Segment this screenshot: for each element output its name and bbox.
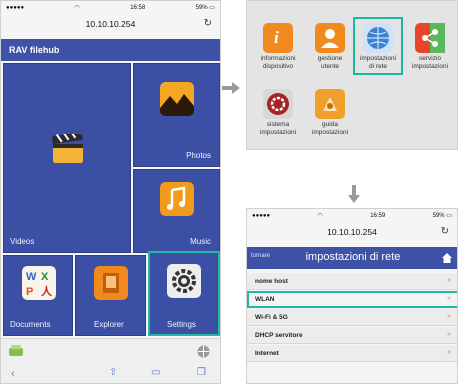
chevron-right-icon: »	[447, 313, 451, 320]
tile-label-settings: Settings	[167, 320, 196, 329]
setting-device-info[interactable]: i informazioni dispositivo	[253, 23, 303, 70]
svg-text:人: 人	[41, 284, 53, 298]
svg-text:P: P	[26, 286, 33, 298]
row-label: nome host	[255, 278, 288, 285]
setting-label: sistema impostazioni	[259, 121, 297, 136]
menu-row-internet[interactable]: Internet »	[247, 345, 457, 362]
setting-guide[interactable]: guida impostazioni	[305, 89, 355, 136]
menu-row-hostname[interactable]: nome host »	[247, 273, 457, 290]
settings-grid: i informazioni dispositivo gestione uten…	[246, 0, 458, 150]
globe-network-icon	[363, 23, 393, 53]
signal-icon: ●●●●●	[252, 212, 271, 219]
reload-icon[interactable]: ↻	[204, 18, 212, 29]
setting-network[interactable]: impostazioni di rete	[353, 17, 403, 75]
menu-row-dhcp[interactable]: DHCP servitore »	[247, 327, 457, 344]
page-header: tornare impostazioni di rete	[247, 247, 457, 269]
tile-label-photos: Photos	[186, 151, 211, 160]
chevron-right-icon: »	[447, 277, 451, 284]
tile-label-videos: Videos	[10, 237, 35, 246]
battery-icon: ▭	[446, 213, 452, 219]
guide-icon	[315, 89, 345, 119]
folder-icon	[94, 266, 128, 300]
phone-screen-network: ●●●●● ◠ 16:59 59% ▭ 10.10.10.254 ↻ torna…	[246, 208, 458, 384]
menu-row-wifi-5g[interactable]: Wi-Fi & 5G »	[247, 309, 457, 326]
wifi-icon: ◠	[74, 5, 80, 11]
arrow-right-icon	[222, 82, 240, 94]
setting-label: impostazioni di rete	[359, 55, 397, 70]
documents-icon: W X P 人	[22, 266, 56, 300]
tile-documents[interactable]: W X P 人 Documents	[3, 255, 73, 336]
tabs-icon[interactable]: ❐	[197, 367, 206, 378]
setting-label: informazioni dispositivo	[260, 55, 296, 70]
system-gear-icon	[263, 89, 293, 119]
setting-user-management[interactable]: gestione utente	[305, 23, 355, 70]
photo-icon	[160, 82, 194, 116]
svg-text:X: X	[41, 271, 49, 283]
wifi-icon: ◠	[317, 213, 323, 219]
status-time: 16:59	[370, 212, 386, 219]
chevron-right-icon: »	[447, 295, 451, 302]
tile-label-music: Music	[190, 237, 211, 246]
home-icon[interactable]	[441, 252, 453, 264]
tile-music[interactable]: Music	[133, 169, 220, 253]
globe-icon[interactable]	[197, 345, 210, 358]
row-label: Wi-Fi & 5G	[255, 314, 288, 321]
gear-icon	[167, 264, 201, 298]
setting-services[interactable]: servizio impostazioni	[405, 23, 455, 70]
setting-label: guida impostazioni	[311, 121, 349, 136]
music-note-icon	[160, 182, 194, 216]
chevron-right-icon: »	[447, 349, 451, 356]
chevron-right-icon: »	[447, 331, 451, 338]
tile-photos[interactable]: Photos	[133, 63, 220, 167]
phone-screen-main: ●●●●● ◠ 16:58 59% ▭ 10.10.10.254 ↻ RAV f…	[0, 0, 221, 384]
browser-toolbar: ‹ ⇧ ▭ ❐	[1, 338, 220, 383]
address-bar[interactable]: 10.10.10.254 ↻	[1, 14, 220, 34]
clapperboard-icon	[52, 134, 83, 163]
home-drive-icon[interactable]	[9, 345, 23, 357]
tile-videos[interactable]: Videos	[3, 63, 131, 253]
setting-system[interactable]: sistema impostazioni	[253, 89, 303, 136]
tile-label-explorer: Explorer	[94, 320, 124, 329]
address-bar[interactable]: 10.10.10.254 ↻	[247, 222, 457, 242]
share-icon	[415, 23, 445, 53]
row-label: WLAN	[255, 296, 275, 303]
status-bar: ●●●●● ◠ 16:59 59% ▭	[247, 209, 457, 222]
signal-icon: ●●●●●	[6, 4, 25, 11]
reload-icon[interactable]: ↻	[441, 226, 449, 237]
row-label: DHCP servitore	[255, 332, 303, 339]
app-title: RAV filehub	[1, 39, 220, 61]
battery-icon: ▭	[209, 5, 215, 11]
row-label: Internet	[255, 350, 279, 357]
share-browser-icon[interactable]: ⇧	[109, 367, 117, 378]
url-text: 10.10.10.254	[327, 227, 377, 237]
page-title: impostazioni di rete	[305, 251, 401, 263]
tile-explorer[interactable]: Explorer	[75, 255, 146, 336]
setting-label: servizio impostazioni	[411, 55, 449, 70]
arrow-down-icon	[348, 185, 360, 203]
user-icon	[315, 23, 345, 53]
tile-label-documents: Documents	[10, 320, 51, 329]
info-icon: i	[263, 23, 293, 53]
svg-text:W: W	[26, 271, 37, 283]
back-arrow-icon[interactable]: ‹	[11, 368, 15, 380]
battery-percent: 59%	[432, 213, 445, 219]
tile-settings[interactable]: Settings	[148, 251, 220, 336]
bookmarks-icon[interactable]: ▭	[151, 367, 160, 378]
setting-label: gestione utente	[317, 55, 343, 70]
menu-row-wlan[interactable]: WLAN »	[247, 291, 457, 308]
status-time: 16:58	[130, 4, 146, 11]
battery-percent: 59%	[195, 5, 208, 11]
url-text: 10.10.10.254	[85, 19, 136, 29]
status-bar: ●●●●● ◠ 16:58 59% ▭	[1, 1, 220, 14]
